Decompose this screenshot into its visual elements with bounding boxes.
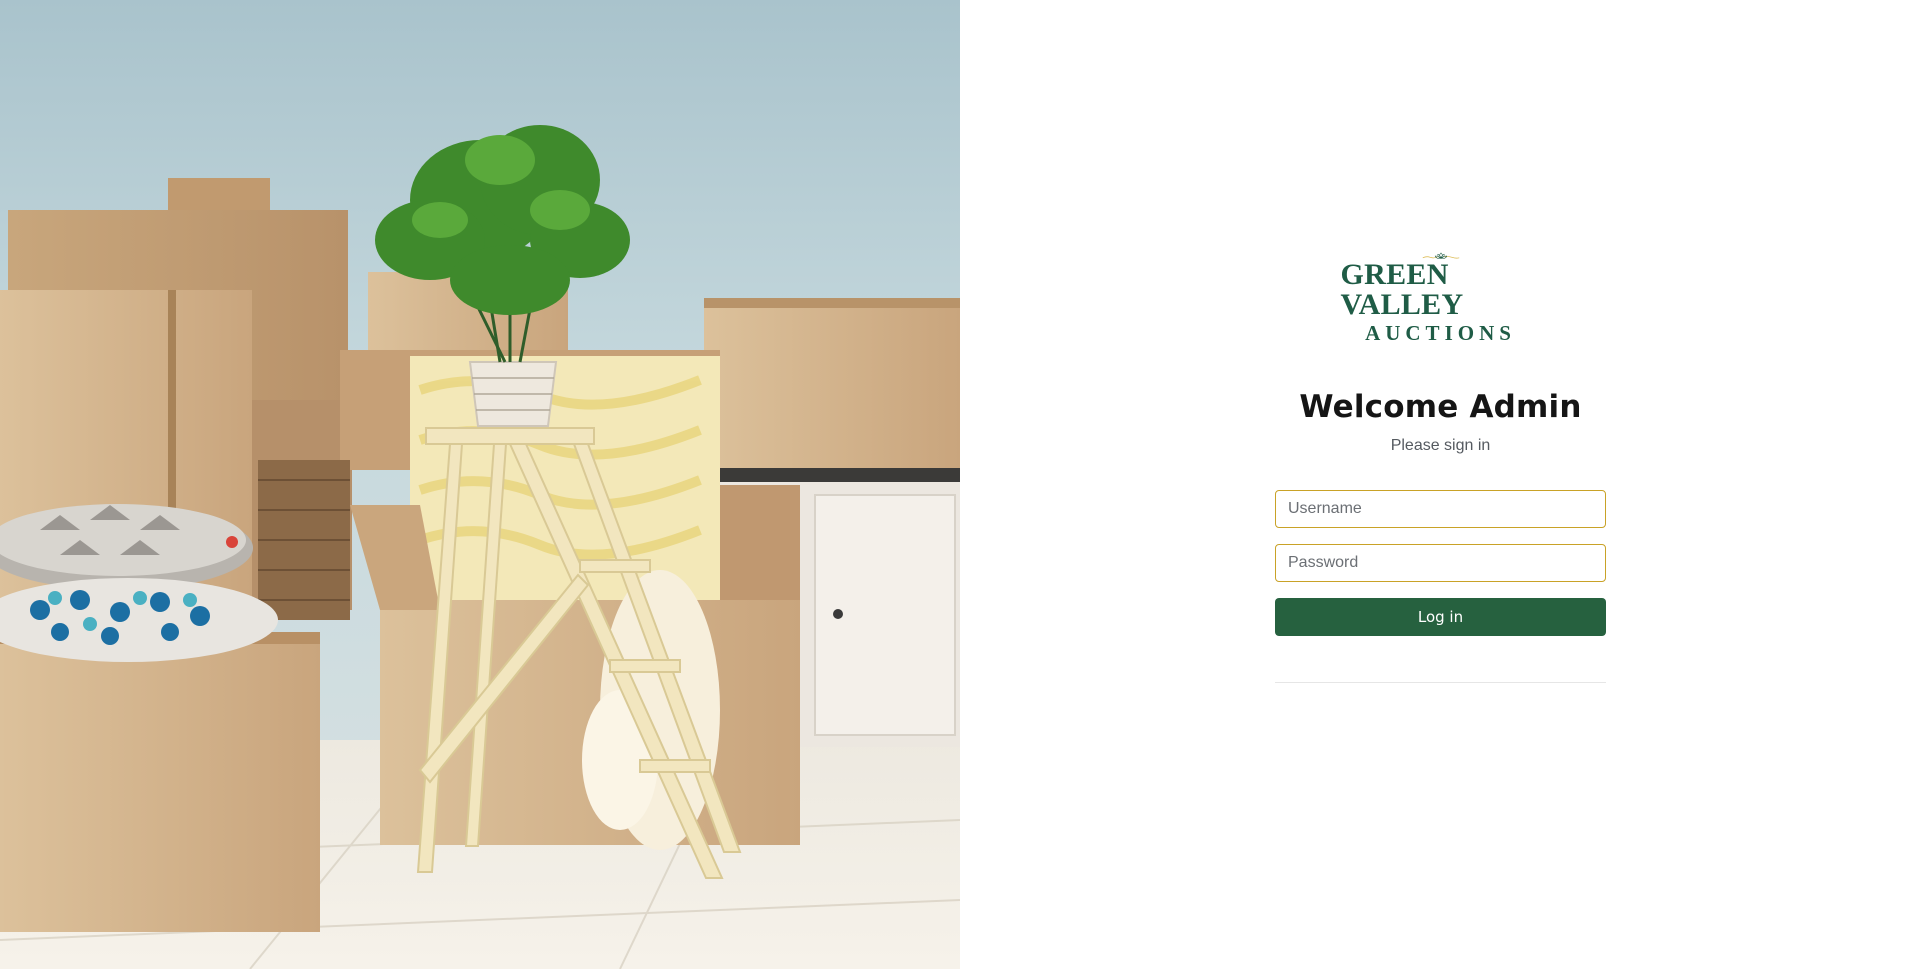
login-button[interactable]: Log in (1275, 598, 1606, 636)
page-subtitle: Please sign in (1390, 437, 1491, 454)
page-title: Welcome Admin (1299, 389, 1582, 425)
moving-boxes-illustration (0, 0, 960, 969)
hero-image (0, 0, 960, 969)
brand-name-line1: GREEN VALLEY (1340, 258, 1464, 321)
form-divider (1275, 682, 1606, 683)
login-form: GREEN VALLEY AUCTIONS Welcome Admin Plea… (1275, 252, 1606, 683)
brand-logo: GREEN VALLEY AUCTIONS (1341, 252, 1541, 344)
username-input[interactable] (1275, 490, 1606, 528)
login-page: GREEN VALLEY AUCTIONS Welcome Admin Plea… (0, 0, 1919, 969)
brand-name-line2: AUCTIONS (1365, 321, 1516, 345)
password-input[interactable] (1275, 544, 1606, 582)
login-panel: GREEN VALLEY AUCTIONS Welcome Admin Plea… (960, 0, 1919, 969)
